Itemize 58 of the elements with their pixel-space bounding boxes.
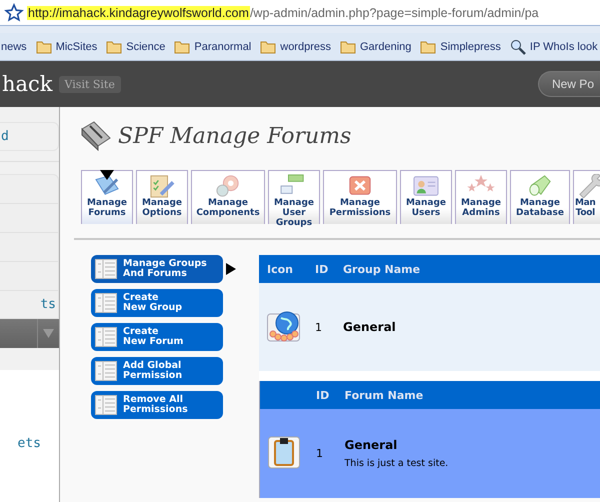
id-card-icon (411, 174, 441, 198)
table-cell: 1 (308, 409, 336, 498)
group-name: General (335, 283, 600, 371)
page-title: SPF Manage Forums (118, 124, 352, 148)
folder-icon (420, 40, 436, 54)
folder-icon (174, 40, 190, 54)
action-button[interactable]: Create New Forum (91, 323, 223, 351)
toolbar-button[interactable]: Manage Users (400, 170, 452, 224)
pointer-triangle-icon (100, 170, 114, 180)
toolbar-button[interactable]: Manage Components (191, 170, 265, 224)
list-page-icon (95, 361, 117, 381)
forum-description: This is just a test site. (344, 458, 450, 469)
action-button[interactable]: Create New Group (91, 289, 223, 317)
list-page-icon (95, 259, 117, 279)
folder-icon (106, 40, 122, 54)
bookmark-star-icon[interactable] (4, 2, 24, 22)
bookmark-item[interactable]: MicSites (36, 40, 98, 54)
bookmark-item[interactable]: Science (106, 40, 166, 54)
magnifier-icon (510, 38, 526, 54)
folder-icon (260, 40, 276, 54)
bookmark-item[interactable]: wordpress (260, 40, 331, 54)
sidebar-link[interactable]: ts (40, 297, 56, 312)
toolbar-button[interactable]: Manage Permissions (323, 170, 397, 224)
column-header: Group Name (335, 255, 600, 283)
folder-icon (36, 40, 52, 54)
column-header: Forum Name (336, 381, 600, 409)
toolbar-button[interactable]: Manage Options (136, 170, 188, 224)
bookmark-item[interactable]: Simplepress (420, 40, 501, 54)
action-button[interactable]: Manage Groups And Forums (91, 255, 223, 283)
site-name: hack (2, 72, 53, 96)
toolbar-button[interactable]: Man Tool (573, 170, 600, 224)
action-button[interactable]: Add Global Permission (91, 357, 223, 385)
globe-hand-icon (267, 310, 301, 342)
bookmark-item[interactable]: Gardening (340, 40, 412, 54)
clipboard-icon (268, 435, 300, 469)
action-button[interactable]: Remove All Permissions (91, 391, 223, 419)
bookmark-item[interactable]: IP WhoIs look (510, 38, 598, 54)
sidebar-link[interactable]: ets (18, 436, 41, 451)
list-page-icon (95, 293, 117, 313)
column-header: ID (308, 381, 336, 409)
bookmark-item[interactable]: Paranormal (174, 40, 252, 54)
forum-name[interactable]: General (344, 438, 600, 452)
current-arrow-icon (226, 263, 236, 275)
forum-logo-icon (80, 121, 112, 151)
toolbar-button[interactable]: Manage Forums (81, 170, 133, 224)
bookmark-item[interactable]: news (1, 40, 27, 52)
toolbar-button[interactable]: Manage Database (510, 170, 570, 224)
menu-header[interactable] (0, 319, 59, 348)
column-header: ID (307, 255, 335, 283)
toolbar-button[interactable]: Manage Admins (455, 170, 507, 224)
list-page-icon (95, 395, 117, 415)
column-header: Icon (259, 255, 307, 283)
table-cell: 1 (307, 283, 335, 371)
folder-icon (340, 40, 356, 54)
list-page-icon (95, 327, 117, 347)
dropdown-arrow-icon[interactable] (43, 329, 54, 338)
sidebar-link[interactable]: d (1, 129, 9, 144)
new-post-button[interactable]: New Po (538, 71, 600, 97)
